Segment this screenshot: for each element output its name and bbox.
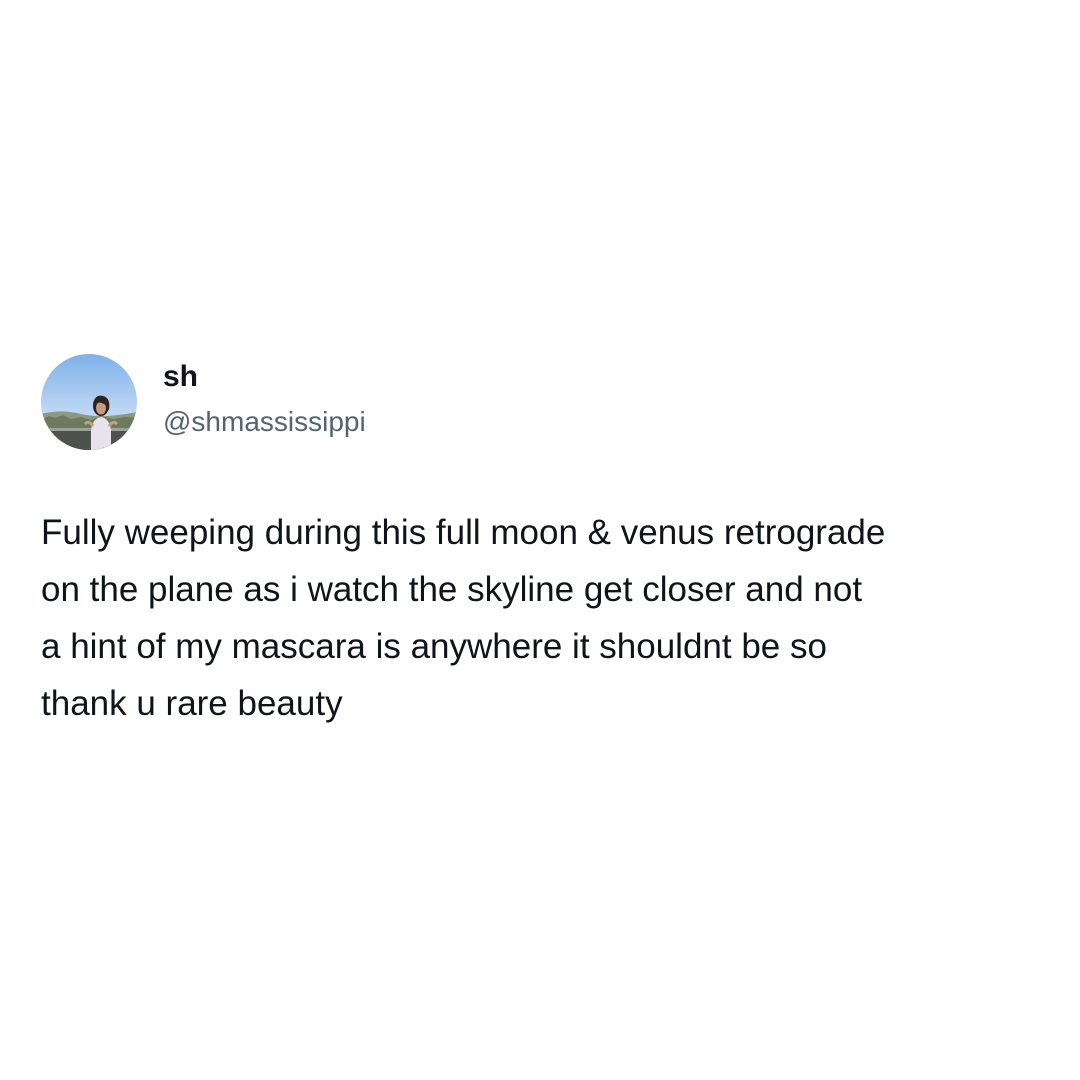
- profile-photo-icon: [41, 354, 137, 450]
- tweet-card: sh @shmassissippi Fully weeping during t…: [41, 354, 1041, 732]
- tweet-text-line: a hint of my mascara is anywhere it shou…: [41, 627, 827, 666]
- tweet-text: Fully weeping during this full moon & ve…: [41, 504, 1041, 732]
- tweet-text-line: Fully weeping during this full moon & ve…: [41, 513, 886, 552]
- tweet-text-line: thank u rare beauty: [41, 684, 343, 723]
- user-handle[interactable]: @shmassissippi: [163, 405, 366, 439]
- tweet-header: sh @shmassissippi: [41, 354, 1041, 450]
- tweet-text-line: on the plane as i watch the skyline get …: [41, 570, 863, 609]
- display-name[interactable]: sh: [163, 359, 366, 395]
- author-names: sh @shmassissippi: [163, 360, 366, 439]
- avatar[interactable]: [41, 354, 137, 450]
